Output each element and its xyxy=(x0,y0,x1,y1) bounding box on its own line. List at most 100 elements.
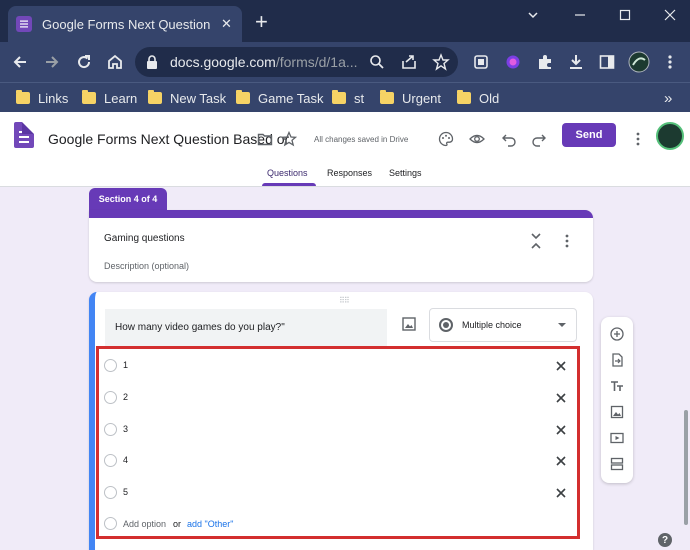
star-icon[interactable] xyxy=(431,52,451,72)
section-header-card[interactable]: Gaming questions Description (optional) xyxy=(89,210,593,282)
add-image-icon[interactable] xyxy=(609,404,625,420)
maximize-icon[interactable] xyxy=(610,6,640,24)
tab-title: Google Forms Next Question Based o xyxy=(42,16,213,32)
option-label[interactable]: 4 xyxy=(123,455,128,465)
option-radio xyxy=(104,423,117,436)
redo-icon[interactable] xyxy=(530,130,548,148)
tab-responses[interactable]: Responses xyxy=(327,168,372,178)
question-type-select[interactable]: Multiple choice xyxy=(429,308,577,342)
options-highlight: 1 2 3 4 5 Add option or add "Other" xyxy=(96,346,580,539)
share-icon[interactable] xyxy=(399,52,419,72)
forward-icon[interactable] xyxy=(42,52,62,72)
add-other-link[interactable]: add "Other" xyxy=(187,519,233,529)
section-more-icon[interactable] xyxy=(563,233,571,249)
sidebar-icon[interactable] xyxy=(597,52,617,72)
bookmark-st[interactable]: st xyxy=(332,90,364,106)
bookmark-label: Learn xyxy=(104,90,138,106)
bookmark-new-task[interactable]: New Task xyxy=(148,90,226,106)
collapse-section-icon[interactable] xyxy=(529,232,543,250)
browser-toolbar: docs.google.com/forms/d/1a... xyxy=(0,42,690,82)
lock-icon[interactable] xyxy=(145,54,159,70)
option-label[interactable]: 3 xyxy=(123,424,128,434)
remove-option-icon[interactable] xyxy=(554,391,568,405)
star-icon[interactable] xyxy=(280,130,298,148)
section-title[interactable]: Gaming questions xyxy=(104,233,185,244)
bookmark-links[interactable]: Links xyxy=(16,90,68,106)
remove-option-icon[interactable] xyxy=(554,359,568,373)
option-row[interactable]: 3 xyxy=(99,418,577,442)
option-row[interactable]: 4 xyxy=(99,449,577,473)
form-title[interactable]: Google Forms Next Question Based or xyxy=(48,131,289,147)
bookmark-label: New Task xyxy=(170,90,227,106)
option-radio xyxy=(104,486,117,499)
add-video-icon[interactable] xyxy=(609,430,625,446)
bookmark-label: st xyxy=(354,90,365,106)
option-row[interactable]: 2 xyxy=(99,386,577,410)
tab-questions[interactable]: Questions xyxy=(267,168,308,178)
add-section-icon[interactable] xyxy=(609,456,625,472)
bookmark-game-task[interactable]: Game Task xyxy=(236,90,324,106)
drag-handle-icon[interactable]: ⠿⠿ xyxy=(339,296,350,305)
new-tab-button[interactable]: + xyxy=(255,11,268,33)
profile-icon[interactable] xyxy=(628,51,650,73)
option-row[interactable]: 5 xyxy=(99,481,577,505)
add-question-icon[interactable] xyxy=(609,326,625,342)
bookmarks-overflow-icon[interactable]: » xyxy=(664,90,672,107)
add-option-row: Add option or add "Other" xyxy=(99,512,577,536)
option-label[interactable]: 2 xyxy=(123,392,128,402)
bookmarks-bar: Links Learn New Task Game Task st Urgent… xyxy=(0,82,690,112)
palette-icon[interactable] xyxy=(437,130,455,148)
download-icon[interactable] xyxy=(566,52,586,72)
home-icon[interactable] xyxy=(105,52,125,72)
extension-icon[interactable] xyxy=(503,52,523,72)
back-icon[interactable] xyxy=(10,52,30,72)
send-button[interactable]: Send xyxy=(562,123,616,147)
address-bar[interactable]: docs.google.com/forms/d/1a... xyxy=(135,47,458,77)
add-option-button[interactable]: Add option xyxy=(123,519,166,529)
remove-option-icon[interactable] xyxy=(554,486,568,500)
browser-tab[interactable]: Google Forms Next Question Based o ✕ xyxy=(8,6,242,42)
folder-icon xyxy=(332,90,346,104)
help-icon[interactable]: ? xyxy=(658,533,672,547)
radio-type-icon xyxy=(439,318,453,332)
scrollbar-thumb[interactable] xyxy=(684,410,688,525)
add-image-icon[interactable] xyxy=(401,316,417,332)
close-window-icon[interactable] xyxy=(655,6,685,24)
add-title-icon[interactable] xyxy=(609,378,625,394)
bookmark-learn[interactable]: Learn xyxy=(82,90,137,106)
undo-icon[interactable] xyxy=(500,130,518,148)
tab-search-icon[interactable] xyxy=(518,6,548,24)
section-description-field[interactable]: Description (optional) xyxy=(104,261,189,271)
folder-icon xyxy=(380,90,394,104)
forms-favicon-icon xyxy=(16,16,32,32)
puzzle-icon[interactable] xyxy=(535,52,555,72)
bookmark-urgent[interactable]: Urgent xyxy=(380,90,441,106)
screenshot-icon[interactable] xyxy=(471,52,491,72)
zoom-icon[interactable] xyxy=(367,52,387,72)
option-row[interactable]: 1 xyxy=(99,354,577,378)
option-label[interactable]: 1 xyxy=(123,360,128,370)
reload-icon[interactable] xyxy=(74,52,94,72)
preview-eye-icon[interactable] xyxy=(468,130,486,148)
option-radio xyxy=(104,359,117,372)
floating-toolbar xyxy=(601,317,633,483)
dropdown-caret-icon xyxy=(558,323,566,327)
tab-close-icon[interactable]: ✕ xyxy=(219,16,234,32)
tab-settings[interactable]: Settings xyxy=(389,168,422,178)
folder-move-icon[interactable] xyxy=(256,130,274,148)
minimize-icon[interactable] xyxy=(565,6,595,24)
question-title-field[interactable]: How many video games do you play?" xyxy=(105,309,387,347)
menu-icon[interactable] xyxy=(660,52,680,72)
url-text: docs.google.com/forms/d/1a... xyxy=(170,54,360,70)
folder-icon xyxy=(82,90,96,104)
option-label[interactable]: 5 xyxy=(123,487,128,497)
account-avatar[interactable] xyxy=(656,122,684,150)
remove-option-icon[interactable] xyxy=(554,423,568,437)
import-questions-icon[interactable] xyxy=(609,352,625,368)
more-options-icon[interactable] xyxy=(629,130,647,148)
remove-option-icon[interactable] xyxy=(554,454,568,468)
form-tabs: Questions Responses Settings xyxy=(0,164,690,187)
question-text: How many video games do you play?" xyxy=(115,322,285,333)
forms-logo-icon[interactable] xyxy=(14,122,34,148)
bookmark-old[interactable]: Old xyxy=(457,90,499,106)
